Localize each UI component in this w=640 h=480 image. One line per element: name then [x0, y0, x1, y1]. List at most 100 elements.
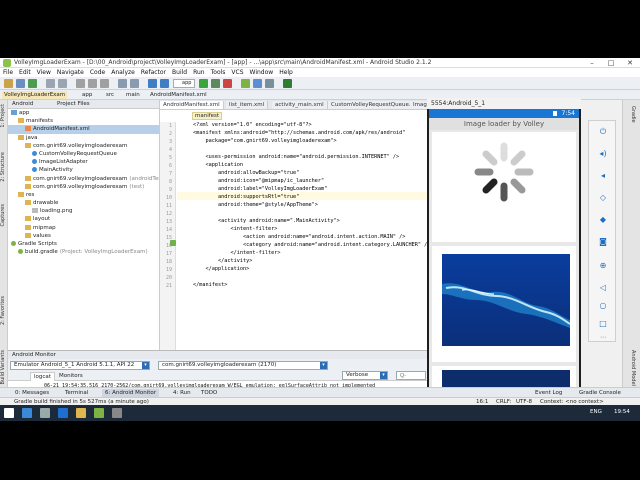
project-view-select[interactable]: Android: [12, 101, 33, 107]
tree-item[interactable]: res: [8, 191, 159, 199]
edge-icon[interactable]: [58, 408, 68, 418]
cut-icon[interactable]: [76, 79, 85, 88]
tab-logcat[interactable]: logcat: [30, 372, 55, 381]
crumb-app[interactable]: app: [80, 91, 94, 99]
todo-tab[interactable]: TODO: [198, 389, 220, 397]
tab-imagelist[interactable]: ImageList: [410, 101, 428, 109]
rotate-left-icon[interactable]: ◇: [598, 193, 608, 203]
code-editor[interactable]: manifest 1 2 3 4 5 6 7 8 9 10 11 12 13 14 15 16 17 18 19 20…: [160, 110, 428, 350]
android-device-monitor-icon[interactable]: [265, 79, 274, 88]
messages-tab[interactable]: 0: Messages: [12, 389, 52, 397]
more-icon[interactable]: ⋯: [598, 333, 608, 343]
back-nav-icon[interactable]: [148, 79, 157, 88]
tree-item[interactable]: ImageListAdapter: [8, 158, 159, 166]
android-monitor-tab[interactable]: 6: Android Monitor: [102, 389, 160, 397]
tree-item[interactable]: drawable: [8, 199, 159, 207]
log-search-input[interactable]: [396, 371, 426, 380]
tree-item[interactable]: loading.png: [8, 207, 159, 215]
system-clock[interactable]: 19:54: [614, 409, 630, 415]
menu-code[interactable]: Code: [87, 68, 108, 77]
menu-window[interactable]: Window: [247, 68, 277, 77]
tree-item[interactable]: manifests: [8, 117, 159, 125]
avd-manager-icon[interactable]: [241, 79, 250, 88]
tree-item[interactable]: layout: [8, 215, 159, 223]
menu-edit[interactable]: Edit: [16, 68, 34, 77]
device-screen[interactable]: Image loader by Volley: [429, 118, 579, 400]
event-log-tab[interactable]: Event Log: [532, 389, 565, 397]
tab-androidmanifest[interactable]: AndroidManifest.xml: [160, 101, 224, 109]
explorer-icon[interactable]: [76, 408, 86, 418]
menu-build[interactable]: Build: [169, 68, 190, 77]
project-tool-tab[interactable]: 1: Project: [0, 104, 8, 128]
sdk-manager-icon[interactable]: [253, 79, 262, 88]
minimize-button[interactable]: –: [582, 58, 602, 68]
zoom-icon[interactable]: ⊕: [598, 261, 608, 271]
run-icon[interactable]: [199, 79, 208, 88]
camera-icon[interactable]: ◙: [598, 237, 608, 247]
forward-nav-icon[interactable]: [160, 79, 169, 88]
tree-item[interactable]: com.gnirt69.volleyimgloaderexam (androidT…: [8, 175, 159, 183]
menu-view[interactable]: View: [34, 68, 54, 77]
android-model-tool-tab[interactable]: Android Model: [628, 350, 636, 386]
copy-icon[interactable]: [88, 79, 97, 88]
volume-down-icon[interactable]: ◂: [598, 171, 608, 181]
tab-activity-main[interactable]: activity_main.xml: [272, 101, 328, 109]
tree-item[interactable]: java: [8, 134, 159, 142]
maximize-button[interactable]: □: [601, 58, 621, 68]
find-icon[interactable]: [118, 79, 127, 88]
redo-icon[interactable]: [58, 79, 67, 88]
replace-icon[interactable]: [130, 79, 139, 88]
tree-item[interactable]: app: [8, 109, 159, 117]
menu-help[interactable]: Help: [276, 68, 296, 77]
windows-start-icon[interactable]: [4, 408, 14, 418]
log-level-select[interactable]: Verbose ▾: [342, 371, 388, 380]
stop-icon[interactable]: [223, 79, 232, 88]
tree-item[interactable]: com.gnirt69.volleyimgloaderexam (test): [8, 183, 159, 191]
tree-item[interactable]: AndroidManifest.xml: [8, 125, 159, 134]
task-view-icon[interactable]: [40, 408, 50, 418]
close-button[interactable]: ✕: [620, 58, 640, 68]
crumb-manifest[interactable]: AndroidManifest.xml: [148, 91, 209, 99]
debug-icon[interactable]: [211, 79, 220, 88]
process-select[interactable]: com.gnirt69.volleyimgloaderexam (2170) ▾: [158, 361, 328, 370]
emulator-task-icon[interactable]: [112, 408, 122, 418]
structure-tool-tab[interactable]: 2: Structure: [0, 152, 8, 182]
terminal-tab[interactable]: Terminal: [62, 389, 91, 397]
rotate-right-icon[interactable]: ◆: [598, 215, 608, 225]
open-folder-icon[interactable]: [4, 79, 13, 88]
input-language[interactable]: ENG: [590, 409, 602, 415]
android-studio-task-icon[interactable]: [94, 408, 104, 418]
build-variants-tool-tab[interactable]: Build Variants: [0, 350, 8, 384]
menu-file[interactable]: File: [0, 68, 16, 77]
run-config-select[interactable]: app: [173, 79, 195, 88]
crumb-main[interactable]: main: [124, 91, 142, 99]
paste-icon[interactable]: [100, 79, 109, 88]
menu-refactor[interactable]: Refactor: [138, 68, 169, 77]
gradle-tool-tab[interactable]: Gradle: [628, 106, 636, 123]
gradle-console-tab[interactable]: Gradle Console: [576, 389, 624, 397]
back-icon[interactable]: ◁: [598, 283, 608, 293]
menu-tools[interactable]: Tools: [208, 68, 229, 77]
tree-item[interactable]: CustomVolleyRequestQueue: [8, 150, 159, 158]
overview-icon[interactable]: □: [598, 319, 608, 329]
project-files-tab[interactable]: Project Files: [57, 101, 90, 107]
android-gutter-icon[interactable]: [170, 240, 176, 246]
menu-run[interactable]: Run: [190, 68, 208, 77]
home-icon[interactable]: ○: [598, 301, 608, 311]
power-icon[interactable]: ⏻: [598, 127, 608, 137]
menu-analyze[interactable]: Analyze: [108, 68, 138, 77]
tree-item[interactable]: MainActivity: [8, 166, 159, 174]
crumb-src[interactable]: src: [104, 91, 116, 99]
tree-item[interactable]: com.gnirt69.volleyimgloaderexam: [8, 142, 159, 150]
sync-icon[interactable]: [28, 79, 37, 88]
favorites-tool-tab[interactable]: 2: Favorites: [0, 296, 8, 325]
tree-item[interactable]: Gradle Scripts: [8, 240, 159, 248]
menu-vcs[interactable]: VCS: [228, 68, 246, 77]
tab-list-item[interactable]: list_item.xml: [226, 101, 269, 109]
device-select[interactable]: Emulator Android_5_1 Android 5.1.1, API …: [10, 361, 150, 370]
search-icon[interactable]: [22, 408, 32, 418]
volume-up-icon[interactable]: ◂): [598, 149, 608, 159]
xml-breadcrumb[interactable]: manifest: [192, 112, 222, 120]
tree-item[interactable]: mipmap: [8, 224, 159, 232]
crumb-project[interactable]: VolleyImgLoaderExam: [2, 91, 68, 99]
